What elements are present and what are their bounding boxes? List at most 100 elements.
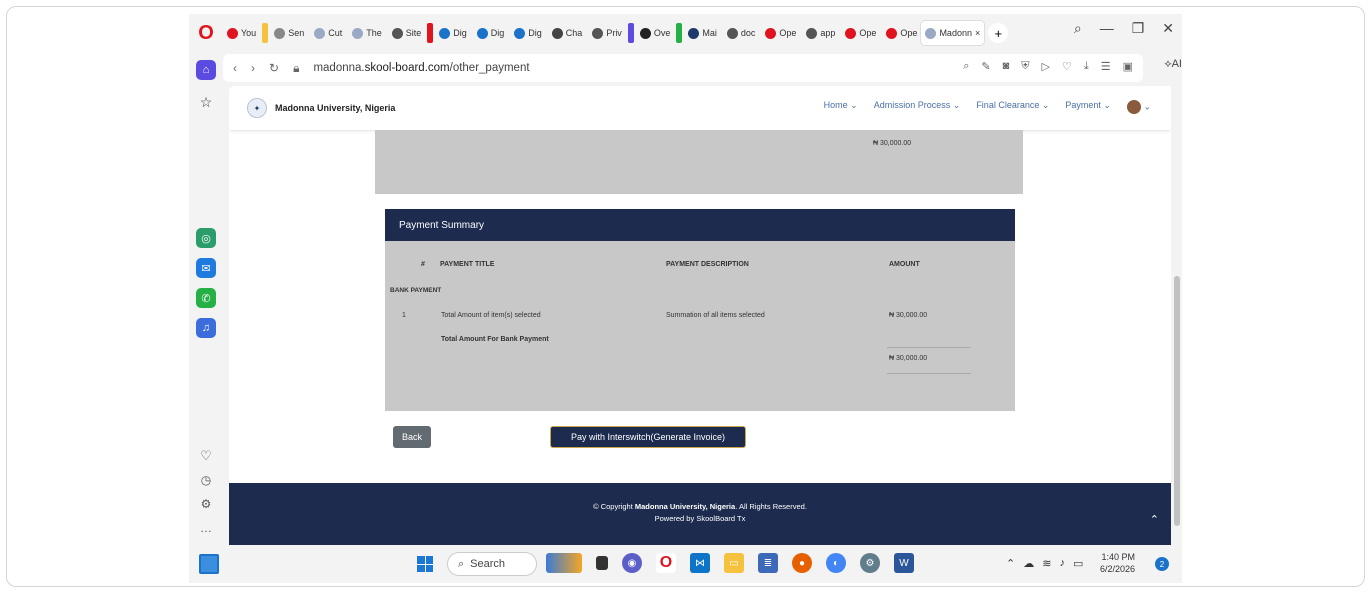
tab-group-marker[interactable] [627, 23, 634, 43]
vscode-icon[interactable]: ⋈ [690, 553, 710, 573]
file-explorer-icon[interactable]: ▭ [724, 553, 744, 573]
weather-widget-icon[interactable] [546, 553, 582, 573]
settings-icon[interactable]: ⚙ [196, 494, 216, 514]
tab-label: app [820, 28, 836, 38]
browser-tab[interactable]: Ope [882, 21, 921, 45]
start-button-icon[interactable] [417, 556, 433, 572]
browser-tab[interactable]: Site [388, 21, 426, 45]
chatgpt-icon[interactable]: ◎ [196, 228, 216, 248]
tab-label: Dig [528, 28, 542, 38]
battery-icon[interactable]: ▭ [1073, 557, 1083, 570]
volume-icon[interactable]: ♪ [1059, 557, 1065, 570]
browser-tab[interactable]: Dig [435, 21, 471, 45]
browser-tab[interactable]: Dig [473, 21, 509, 45]
browser-tab[interactable]: Cut [310, 21, 346, 45]
opera-logo-icon[interactable]: O [189, 14, 223, 52]
more-icon[interactable]: … [196, 518, 216, 538]
download-icon[interactable]: ⤓ [1084, 60, 1089, 73]
tab-active[interactable]: Madonn × [921, 21, 985, 45]
messenger-icon[interactable]: ✉ [196, 258, 216, 278]
browser-tab[interactable]: Priv [588, 21, 626, 45]
minimize-icon[interactable]: — [1100, 20, 1114, 37]
tab-group-marker[interactable] [427, 23, 434, 43]
task-view-icon[interactable] [596, 556, 608, 570]
restore-icon[interactable]: ❐ [1132, 20, 1145, 37]
tab-label: Ope [859, 28, 877, 38]
scrollbar-thumb[interactable] [1174, 276, 1180, 526]
opera-sidebar: ⌂ ☆ ◎ ✉ ✆ ♫ ♡ ◷ ⚙ … [189, 52, 223, 545]
wallet-icon[interactable]: ▣ [1123, 60, 1133, 73]
browser-tab[interactable]: Ope [841, 21, 880, 45]
taskbar-apps: ◉ O ⋈ ▭ ≣ ● ◐ ⚙ W [546, 553, 914, 573]
url-text[interactable]: madonna.skool-board.com/other_payment [313, 62, 529, 74]
close-window-icon[interactable]: ✕ [1162, 20, 1174, 37]
heart-icon[interactable]: ♡ [196, 446, 216, 466]
chrome-icon[interactable]: ◐ [826, 553, 846, 573]
tab-bar: O You Sen Cut The Site Dig Dig Dig Cha Priv Ove Mai… [189, 14, 1182, 52]
browser-tab[interactable]: doc [723, 21, 760, 45]
chevron-up-icon[interactable]: ⌃ [1006, 557, 1015, 570]
back-button[interactable]: Back [393, 426, 431, 448]
history-icon[interactable]: ◷ [196, 470, 216, 490]
browser-tab[interactable]: Dig [510, 21, 546, 45]
new-tab-button[interactable]: + [988, 23, 1009, 43]
taskbar-search[interactable]: ⌕ Search [447, 552, 537, 576]
payment-summary-title: Payment Summary [385, 209, 1015, 241]
browser-tab[interactable]: Ope [761, 21, 800, 45]
shield-icon[interactable]: ⛨ [1021, 60, 1029, 73]
edit-icon[interactable]: ✎ [981, 60, 990, 73]
page-scrollbar[interactable] [1173, 86, 1181, 545]
wifi-icon[interactable]: ≋ [1042, 557, 1051, 570]
word-icon[interactable]: W [894, 553, 914, 573]
payment-summary-card: Payment Summary # PAYMENT TITLE PAYMENT … [385, 209, 1015, 411]
browser-tab[interactable]: Ove [636, 21, 675, 45]
browser-tab[interactable]: Cha [548, 21, 587, 45]
notepad-icon[interactable]: ≣ [758, 553, 778, 573]
nav-home[interactable]: Home ⌄ [824, 100, 858, 114]
user-menu[interactable]: ⌄ [1126, 100, 1151, 114]
opera-taskbar-icon[interactable]: O [656, 553, 676, 573]
total-amount: ₦ 30,000.00 [889, 355, 928, 362]
address-bar[interactable]: ‹ › ↻ 🔒︎ madonna.skool-board.com/other_p… [223, 54, 1143, 82]
star-icon[interactable]: ☆ [196, 92, 216, 112]
search-icon[interactable]: ⌕ [963, 60, 969, 73]
menu-icon[interactable]: ☰ [1101, 60, 1111, 73]
tab-group-marker[interactable] [262, 23, 269, 43]
home-icon[interactable]: ⌂ [196, 60, 216, 80]
browser-tab[interactable]: app [802, 21, 839, 45]
taskbar-clock[interactable]: 1:40 PM 6/2/2026 [1100, 551, 1135, 575]
reload-icon[interactable]: ↻ [269, 61, 279, 75]
browser-tab[interactable]: Mai [684, 21, 721, 45]
notification-badge[interactable]: 2 [1155, 557, 1169, 571]
search-tabs-icon[interactable]: ⌕ [1074, 20, 1082, 37]
scroll-to-top-icon[interactable]: ⌃ [1150, 513, 1159, 526]
tab-group-marker[interactable] [676, 23, 683, 43]
back-icon[interactable]: ‹ [233, 61, 237, 75]
close-tab-icon[interactable]: × [975, 28, 980, 38]
site-name[interactable]: Madonna University, Nigeria [275, 103, 395, 113]
browser-tab[interactable]: You [223, 21, 260, 45]
tab-favicon-icon [806, 27, 818, 39]
ai-button[interactable]: ⟡AI [1164, 58, 1182, 71]
nav-admission-process[interactable]: Admission Process ⌄ [874, 100, 961, 114]
forward-icon[interactable]: › [251, 61, 255, 75]
firefox-icon[interactable]: ● [792, 553, 812, 573]
system-tray: ⌃ ☁ ≋ ♪ ▭ [1006, 557, 1083, 570]
browser-tab[interactable]: Sen [270, 21, 308, 45]
heart-outline-icon[interactable]: ♡ [1062, 60, 1072, 73]
nav-payment[interactable]: Payment ⌄ [1065, 100, 1111, 114]
browser-tab[interactable]: The [348, 21, 386, 45]
settings-app-icon[interactable]: ⚙ [860, 553, 880, 573]
pay-interswitch-button[interactable]: Pay with Interswitch(Generate Invoice) [550, 426, 746, 448]
nav-final-clearance[interactable]: Final Clearance ⌄ [976, 100, 1049, 114]
chat-icon[interactable]: ◉ [622, 553, 642, 573]
widgets-icon[interactable] [199, 554, 219, 574]
play-icon[interactable]: ▷ [1042, 60, 1050, 73]
tab-favicon-icon [391, 27, 403, 39]
whatsapp-icon[interactable]: ✆ [196, 288, 216, 308]
cloud-icon[interactable]: ☁ [1023, 557, 1034, 570]
camera-icon[interactable]: ◙ [1003, 60, 1010, 73]
university-logo-icon[interactable]: ✦ [247, 98, 267, 118]
tab-label: Cut [328, 28, 343, 38]
music-icon[interactable]: ♫ [196, 318, 216, 338]
